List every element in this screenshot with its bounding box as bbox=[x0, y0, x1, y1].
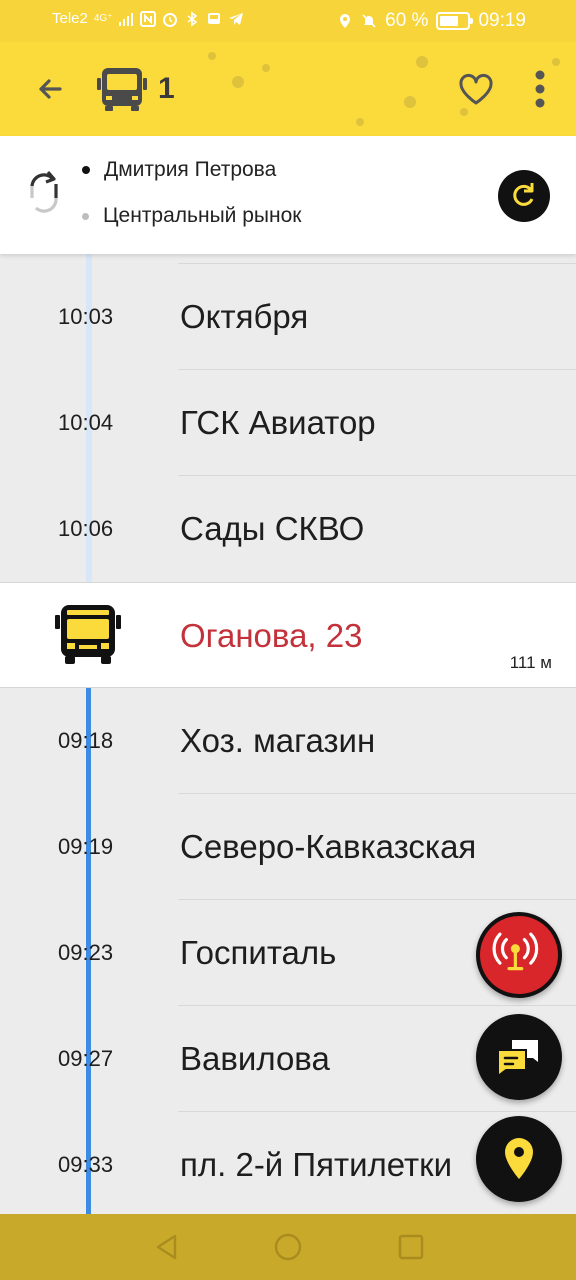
chat-icon bbox=[497, 1040, 538, 1078]
refresh-button[interactable] bbox=[498, 170, 550, 222]
battery-icon bbox=[436, 12, 474, 30]
swap-direction-icon[interactable] bbox=[22, 168, 66, 220]
stop-name: Госпиталь bbox=[180, 934, 337, 971]
telegram-icon bbox=[229, 12, 244, 25]
route-number: 1 bbox=[158, 72, 175, 105]
bus-distance: 111 м bbox=[509, 653, 552, 672]
decor-speck bbox=[262, 64, 270, 72]
mute-icon bbox=[362, 14, 376, 28]
stop-time: 10:04 bbox=[58, 410, 114, 435]
network-label: 4G⁺ bbox=[93, 13, 113, 24]
refresh-icon bbox=[513, 183, 534, 206]
stop-row[interactable]: 09:19 Северо-Кавказская bbox=[0, 794, 576, 900]
stop-name: пл. 2-й Пятилетки bbox=[180, 1146, 453, 1183]
decor-speck bbox=[356, 118, 364, 126]
stop-name: Хоз. магазин bbox=[180, 722, 376, 759]
stop-time: 09:18 bbox=[58, 728, 114, 753]
stop-name: ГСК Авиатор bbox=[180, 404, 376, 441]
map-location-button[interactable] bbox=[476, 1116, 562, 1202]
nav-back-icon[interactable] bbox=[152, 1232, 182, 1262]
current-bus-icon bbox=[55, 605, 121, 664]
back-arrow-icon[interactable] bbox=[30, 69, 70, 109]
stop-row[interactable]: 10:03 Октября bbox=[0, 264, 576, 370]
bluetooth-icon bbox=[188, 10, 198, 27]
current-stop-name: Оганова, 23 bbox=[180, 617, 363, 654]
decor-speck bbox=[232, 76, 244, 88]
alarm-icon bbox=[163, 12, 178, 27]
battery-percent: 60 % bbox=[385, 10, 429, 31]
stop-time: 09:19 bbox=[58, 834, 114, 859]
from-stop-label: Дмитрия Петрова bbox=[104, 158, 277, 181]
bus-status-icon bbox=[208, 12, 221, 24]
decor-speck bbox=[416, 56, 428, 68]
signal-icon bbox=[119, 12, 134, 26]
decor-speck bbox=[552, 58, 560, 66]
direction-from: Дмитрия Петрова bbox=[82, 158, 276, 182]
live-tracking-button[interactable] bbox=[476, 912, 562, 998]
more-vert-icon[interactable] bbox=[524, 66, 556, 112]
current-stop-row[interactable]: Оганова, 23 111 м bbox=[0, 582, 576, 688]
stop-row[interactable]: 09:18 Хоз. магазин bbox=[0, 688, 576, 794]
stop-time: 09:33 bbox=[58, 1152, 114, 1177]
from-dot bbox=[82, 166, 90, 174]
to-dot bbox=[82, 212, 89, 220]
to-stop-label: Центральный рынок bbox=[103, 204, 302, 227]
stop-time: 10:06 bbox=[58, 516, 114, 541]
status-bar: Tele2 4G⁺ 60 % 09:19 bbox=[0, 0, 576, 42]
nav-recents-icon[interactable] bbox=[396, 1232, 426, 1262]
status-right: 60 % 09:19 bbox=[337, 10, 526, 32]
nfc-icon bbox=[140, 10, 157, 27]
stop-name: Вавилова bbox=[180, 1040, 330, 1077]
bus-icon bbox=[97, 68, 147, 111]
heart-icon[interactable] bbox=[456, 70, 496, 110]
direction-card: Дмитрия Петрова Центральный рынок bbox=[0, 136, 576, 254]
stop-name: Северо-Кавказская bbox=[180, 828, 477, 865]
stop-time: 09:27 bbox=[58, 1046, 114, 1071]
stop-name: Сады СКВО bbox=[180, 510, 365, 547]
stop-name: Октября bbox=[180, 298, 309, 335]
stop-time: 09:23 bbox=[58, 940, 114, 965]
app-bar: 1 bbox=[0, 42, 576, 136]
location-pin-icon bbox=[505, 1138, 533, 1179]
decor-speck bbox=[208, 52, 216, 60]
location-status-icon bbox=[340, 14, 351, 28]
status-left: Tele2 4G⁺ bbox=[52, 10, 244, 27]
direction-to: Центральный рынок bbox=[82, 204, 301, 228]
stop-time: 10:03 bbox=[58, 304, 114, 329]
stop-row[interactable]: 10:06 Сады СКВО bbox=[0, 476, 576, 582]
stop-row[interactable]: 10:04 ГСК Авиатор bbox=[0, 370, 576, 476]
stop-row[interactable] bbox=[0, 254, 576, 264]
decor-speck bbox=[404, 96, 416, 108]
carrier-label: Tele2 bbox=[52, 10, 88, 27]
live-signal-icon bbox=[492, 932, 539, 971]
clock: 09:19 bbox=[478, 10, 526, 31]
nav-home-icon[interactable] bbox=[273, 1232, 303, 1262]
chat-button[interactable] bbox=[476, 1014, 562, 1100]
system-nav-bar bbox=[0, 1214, 576, 1280]
